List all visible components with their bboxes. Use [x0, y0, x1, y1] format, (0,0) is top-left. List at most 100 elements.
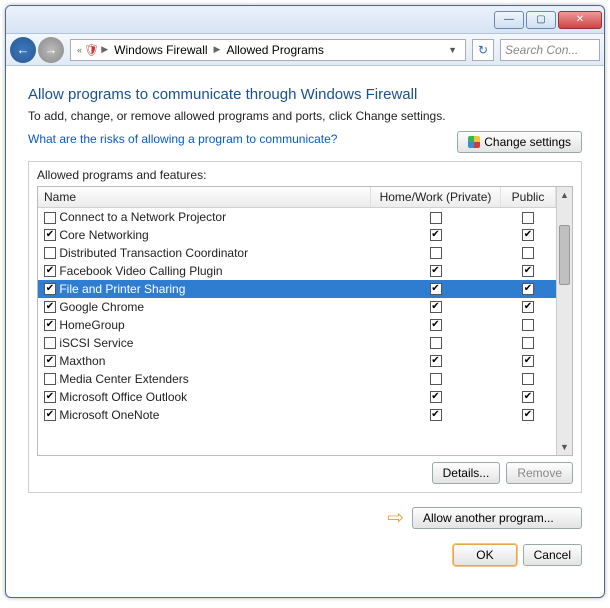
- row-name: Core Networking: [59, 228, 148, 242]
- checkbox[interactable]: ✔: [44, 229, 56, 241]
- breadcrumb-firewall[interactable]: Windows Firewall: [110, 43, 211, 57]
- checkbox[interactable]: ✔: [430, 229, 442, 241]
- checkbox[interactable]: ✔: [44, 301, 56, 313]
- page-subtext: To add, change, or remove allowed progra…: [28, 109, 582, 123]
- table-row[interactable]: ✔ File and Printer Sharing✔✔: [38, 280, 556, 298]
- table-row[interactable]: ✔ Microsoft Office Outlook✔✔: [38, 388, 556, 406]
- allowed-group: Allowed programs and features: Name Home…: [28, 161, 582, 493]
- annotation-arrow-icon: ⇨: [387, 505, 404, 530]
- table-row[interactable]: Distributed Transaction Coordinator: [38, 244, 556, 262]
- checkbox[interactable]: ✔: [430, 319, 442, 331]
- checkbox[interactable]: ✔: [44, 355, 56, 367]
- programs-table-scroll[interactable]: Name Home/Work (Private) Public Connect …: [38, 187, 556, 455]
- firewall-icon: 🛡: [84, 43, 99, 57]
- checkbox[interactable]: [522, 247, 534, 259]
- table-row[interactable]: ✔ HomeGroup✔: [38, 316, 556, 334]
- group-label: Allowed programs and features:: [37, 168, 573, 182]
- row-name: Facebook Video Calling Plugin: [59, 264, 222, 278]
- shield-icon: [468, 136, 480, 148]
- checkbox[interactable]: ✔: [522, 409, 534, 421]
- details-button[interactable]: Details...: [432, 462, 501, 484]
- checkbox[interactable]: [522, 337, 534, 349]
- change-settings-button[interactable]: Change settings: [457, 131, 582, 153]
- refresh-button[interactable]: ↻: [472, 39, 494, 61]
- risk-link[interactable]: What are the risks of allowing a program…: [28, 132, 337, 146]
- programs-table-wrap: Name Home/Work (Private) Public Connect …: [37, 186, 573, 456]
- table-row[interactable]: ✔ Facebook Video Calling Plugin✔✔: [38, 262, 556, 280]
- cancel-button[interactable]: Cancel: [523, 544, 582, 566]
- table-row[interactable]: Connect to a Network Projector: [38, 208, 556, 226]
- checkbox[interactable]: [44, 337, 56, 349]
- col-name[interactable]: Name: [38, 187, 371, 208]
- checkbox[interactable]: ✔: [430, 283, 442, 295]
- checkbox[interactable]: ✔: [522, 355, 534, 367]
- checkbox[interactable]: ✔: [522, 229, 534, 241]
- row-name: iSCSI Service: [59, 336, 133, 350]
- close-button[interactable]: ✕: [558, 11, 602, 29]
- programs-table: Name Home/Work (Private) Public Connect …: [38, 187, 556, 424]
- checkbox[interactable]: [44, 373, 56, 385]
- minimize-button[interactable]: —: [494, 11, 524, 29]
- row-name: Media Center Extenders: [59, 372, 188, 386]
- scrollbar-thumb[interactable]: [559, 225, 570, 285]
- checkbox[interactable]: [430, 337, 442, 349]
- checkbox[interactable]: ✔: [44, 283, 56, 295]
- remove-button[interactable]: Remove: [506, 462, 573, 484]
- checkbox[interactable]: [522, 373, 534, 385]
- checkbox[interactable]: ✔: [522, 391, 534, 403]
- checkbox[interactable]: [430, 373, 442, 385]
- checkbox[interactable]: ✔: [430, 409, 442, 421]
- checkbox[interactable]: ✔: [44, 409, 56, 421]
- row-name: Google Chrome: [59, 300, 144, 314]
- breadcrumb-dropdown-icon[interactable]: ▼: [444, 45, 461, 55]
- checkbox[interactable]: ✔: [522, 283, 534, 295]
- chevron-right-icon: ▶: [99, 44, 110, 55]
- checkbox[interactable]: [430, 247, 442, 259]
- table-row[interactable]: iSCSI Service: [38, 334, 556, 352]
- checkbox[interactable]: ✔: [430, 391, 442, 403]
- scroll-up-icon[interactable]: ▲: [557, 187, 572, 203]
- forward-button[interactable]: →: [38, 37, 64, 63]
- history-chevron-icon[interactable]: «: [75, 45, 84, 55]
- table-row[interactable]: ✔ Maxthon✔✔: [38, 352, 556, 370]
- checkbox[interactable]: [44, 212, 56, 224]
- checkbox[interactable]: ✔: [430, 301, 442, 313]
- ok-button[interactable]: OK: [453, 544, 516, 566]
- row-name: HomeGroup: [59, 318, 124, 332]
- firewall-window: — ▢ ✕ ← → « 🛡 ▶ Windows Firewall ▶ Allow…: [5, 5, 605, 598]
- checkbox[interactable]: [430, 212, 442, 224]
- navbar: ← → « 🛡 ▶ Windows Firewall ▶ Allowed Pro…: [6, 34, 604, 66]
- page-title: Allow programs to communicate through Wi…: [28, 86, 582, 103]
- checkbox[interactable]: ✔: [44, 391, 56, 403]
- checkbox[interactable]: ✔: [522, 301, 534, 313]
- search-input[interactable]: Search Con...: [500, 39, 600, 61]
- checkbox[interactable]: [522, 319, 534, 331]
- table-row[interactable]: Media Center Extenders: [38, 370, 556, 388]
- col-public[interactable]: Public: [501, 187, 556, 208]
- row-name: File and Printer Sharing: [59, 282, 185, 296]
- allow-another-program-button[interactable]: Allow another program...: [412, 507, 582, 529]
- row-name: Microsoft OneNote: [59, 408, 159, 422]
- breadcrumb[interactable]: « 🛡 ▶ Windows Firewall ▶ Allowed Program…: [70, 39, 466, 61]
- checkbox[interactable]: ✔: [430, 355, 442, 367]
- vertical-scrollbar[interactable]: ▲ ▼: [556, 187, 572, 455]
- chevron-right-icon: ▶: [212, 44, 223, 55]
- checkbox[interactable]: [522, 212, 534, 224]
- checkbox[interactable]: [44, 247, 56, 259]
- maximize-button[interactable]: ▢: [526, 11, 556, 29]
- checkbox[interactable]: ✔: [44, 319, 56, 331]
- scroll-down-icon[interactable]: ▼: [557, 439, 572, 455]
- checkbox[interactable]: ✔: [44, 265, 56, 277]
- table-row[interactable]: ✔ Microsoft OneNote✔✔: [38, 406, 556, 424]
- table-row[interactable]: ✔ Google Chrome✔✔: [38, 298, 556, 316]
- checkbox[interactable]: ✔: [522, 265, 534, 277]
- col-home[interactable]: Home/Work (Private): [371, 187, 501, 208]
- back-button[interactable]: ←: [10, 37, 36, 63]
- content-area: Allow programs to communicate through Wi…: [6, 66, 604, 597]
- checkbox[interactable]: ✔: [430, 265, 442, 277]
- table-row[interactable]: ✔ Core Networking✔✔: [38, 226, 556, 244]
- row-name: Maxthon: [59, 354, 105, 368]
- row-name: Connect to a Network Projector: [59, 210, 226, 224]
- row-name: Distributed Transaction Coordinator: [59, 246, 248, 260]
- breadcrumb-allowed[interactable]: Allowed Programs: [222, 43, 327, 57]
